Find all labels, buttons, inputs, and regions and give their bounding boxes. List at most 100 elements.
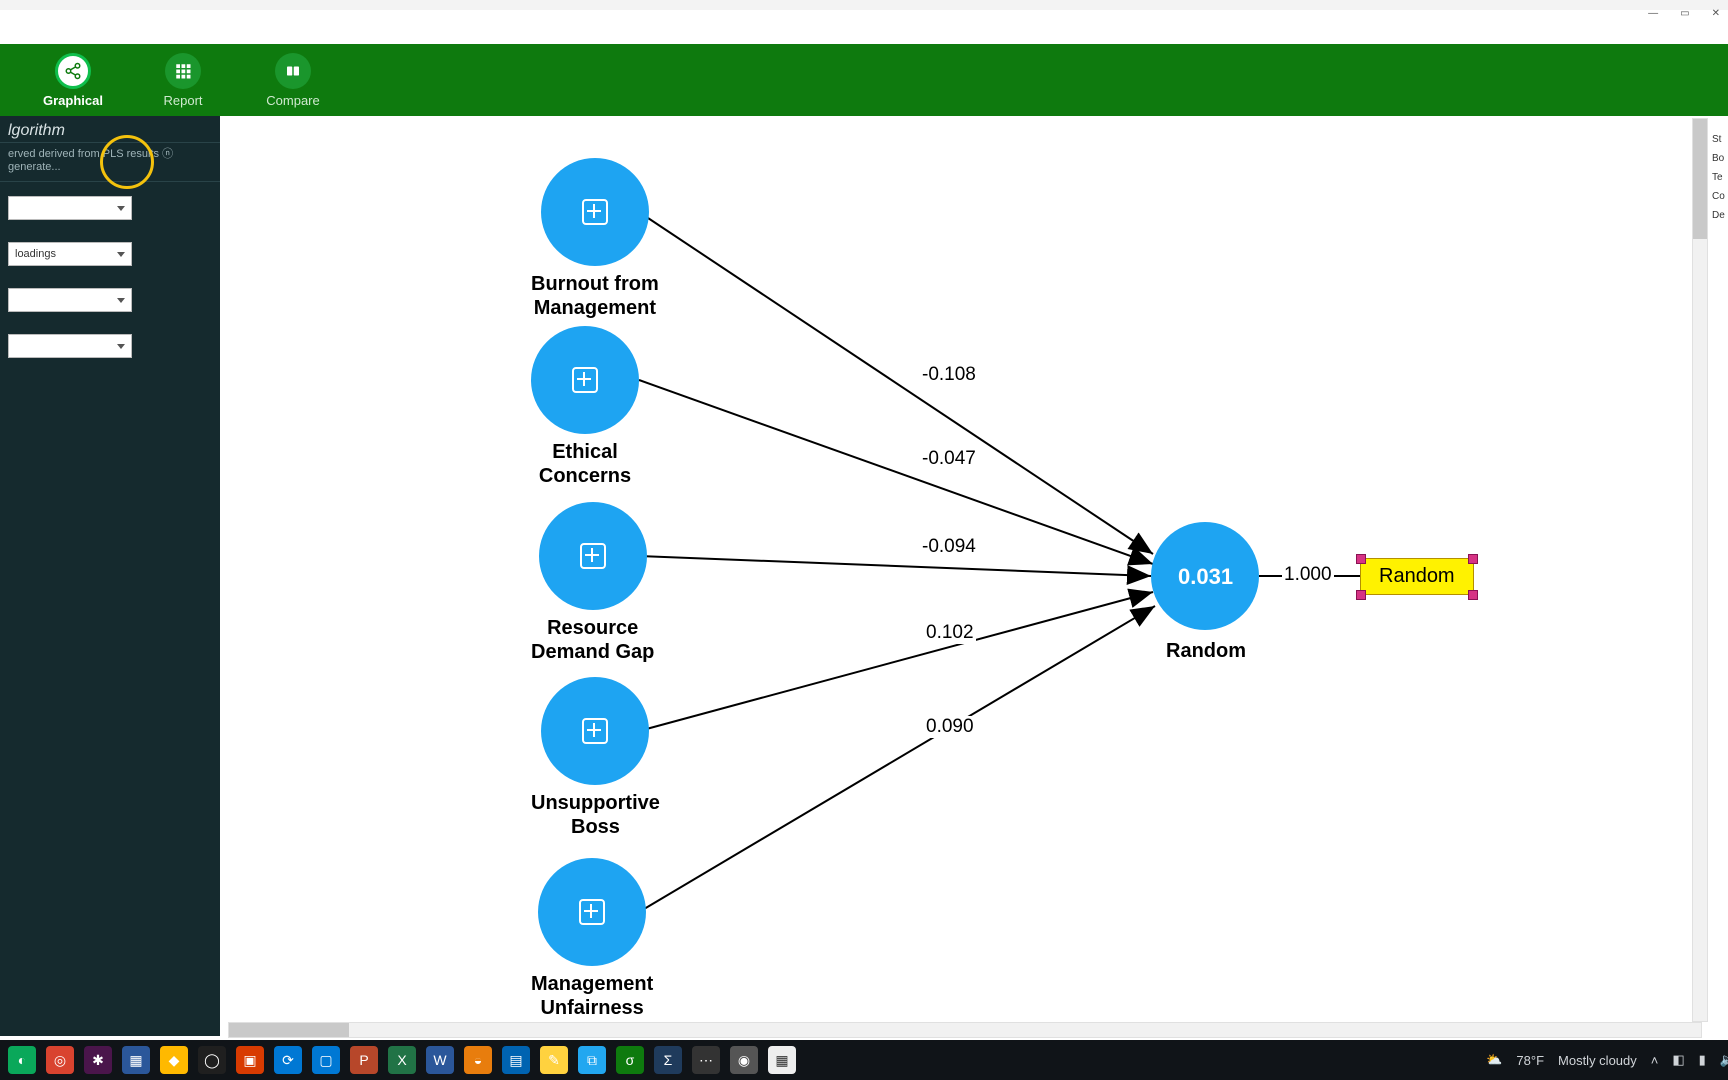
minimize-icon[interactable]: —: [1648, 8, 1658, 19]
chevron-down-icon: [117, 344, 125, 349]
lv-circle[interactable]: [541, 158, 649, 266]
windows-taskbar: ◐ ◎ ✱ ▦ ◆ ◯ ▣ ⟳ ▢ P X W ◒ ▤ ✎ ⧉ σ Σ ⋯ ◉ …: [0, 1040, 1728, 1080]
lv-circle[interactable]: [538, 858, 646, 966]
weather-temp: 78°F: [1516, 1053, 1544, 1068]
chevron-down-icon: [117, 298, 125, 303]
lv-label: Ethical Concerns: [531, 440, 639, 488]
taskbar-app-icon[interactable]: ⧉: [578, 1046, 606, 1074]
taskbar-app-icon[interactable]: ⋯: [692, 1046, 720, 1074]
right-properties-panel: St Bo Te Co De: [1709, 116, 1728, 1046]
selection-handle[interactable]: [1468, 554, 1478, 564]
tray-battery-icon[interactable]: ▮: [1699, 1052, 1706, 1068]
taskbar-app-icon[interactable]: X: [388, 1046, 416, 1074]
taskbar-app-icon[interactable]: σ: [616, 1046, 644, 1074]
loading-value: 1.000: [1282, 564, 1334, 586]
lv-circle[interactable]: [539, 502, 647, 610]
view-ribbon: Graphical Report Compare: [0, 44, 1728, 116]
sidebar-subtitle: erved derived from PLS results ⓝ generat…: [0, 143, 220, 182]
lv-burnout[interactable]: Burnout from Management: [531, 158, 659, 320]
rp-label: Bo: [1712, 153, 1726, 164]
maximize-icon[interactable]: ▭: [1680, 8, 1689, 19]
sidebar-dropdown-2[interactable]: loadings: [8, 242, 132, 266]
sidebar-dropdown-3[interactable]: [8, 288, 132, 312]
taskbar-app-icon[interactable]: P: [350, 1046, 378, 1074]
taskbar-app-icon[interactable]: ⟳: [274, 1046, 302, 1074]
lv-label: Unsupportive Boss: [531, 791, 660, 839]
chevron-down-icon: [117, 206, 125, 211]
path-coef: -0.094: [920, 536, 978, 558]
taskbar-app-icon[interactable]: ▣: [236, 1046, 264, 1074]
path-coef: 0.090: [924, 716, 976, 738]
grid-icon: [165, 53, 201, 89]
window-titlebar: [0, 0, 1728, 10]
expand-icon[interactable]: [579, 899, 605, 925]
tray-volume-icon[interactable]: 🔈: [1720, 1052, 1728, 1068]
left-sidebar: lgorithm erved derived from PLS results …: [0, 116, 220, 1036]
taskbar-app-icon[interactable]: ✱: [84, 1046, 112, 1074]
path-coef: 0.102: [924, 622, 976, 644]
lv-resource[interactable]: Resource Demand Gap: [531, 502, 654, 664]
taskbar-app-icon[interactable]: ◯: [198, 1046, 226, 1074]
selection-handle[interactable]: [1356, 590, 1366, 600]
path-coef: -0.047: [920, 448, 978, 470]
share-icon: [55, 53, 91, 89]
horizontal-scrollbar[interactable]: [228, 1022, 1702, 1038]
expand-icon[interactable]: [582, 199, 608, 225]
tab-label: Compare: [266, 93, 319, 108]
lv-r2-value: 0.031: [1178, 564, 1233, 590]
taskbar-app-icon[interactable]: ▦: [768, 1046, 796, 1074]
tab-compare[interactable]: Compare: [238, 53, 348, 108]
selection-handle[interactable]: [1468, 590, 1478, 600]
lv-label: Burnout from Management: [531, 272, 659, 320]
rp-label: Te: [1712, 172, 1726, 183]
expand-icon[interactable]: [580, 543, 606, 569]
taskbar-app-icon[interactable]: ✎: [540, 1046, 568, 1074]
lv-random-label: Random: [1166, 640, 1246, 663]
lv-boss[interactable]: Unsupportive Boss: [531, 677, 660, 839]
dropdown-value: loadings: [15, 248, 56, 260]
lv-unfairness[interactable]: Management Unfairness: [531, 858, 653, 1020]
lv-ethical[interactable]: Ethical Concerns: [531, 326, 639, 488]
tab-label: Report: [163, 93, 202, 108]
tab-label: Graphical: [43, 93, 103, 108]
vertical-scrollbar[interactable]: [1692, 118, 1708, 1022]
expand-icon[interactable]: [582, 718, 608, 744]
sidebar-title: lgorithm: [0, 116, 220, 143]
indicator-label: Random: [1379, 565, 1455, 587]
lv-circle[interactable]: [541, 677, 649, 785]
scroll-thumb[interactable]: [229, 1023, 349, 1037]
indicator-random[interactable]: Random: [1360, 558, 1474, 595]
rp-label: St: [1712, 134, 1726, 145]
edges-layer: [220, 116, 1710, 1040]
rp-label: De: [1712, 210, 1726, 221]
sidebar-dropdown-1[interactable]: [8, 196, 132, 220]
taskbar-app-icon[interactable]: ◉: [730, 1046, 758, 1074]
taskbar-app-icon[interactable]: ◒: [464, 1046, 492, 1074]
expand-icon[interactable]: [572, 367, 598, 393]
taskbar-app-icon[interactable]: ▦: [122, 1046, 150, 1074]
window-controls: — ▭ ✕: [1648, 8, 1720, 19]
tray-network-icon[interactable]: ◧: [1672, 1052, 1684, 1068]
tray-chevron-icon[interactable]: ˄: [1651, 1053, 1659, 1068]
close-icon[interactable]: ✕: [1712, 8, 1720, 19]
tab-report[interactable]: Report: [128, 53, 238, 108]
weather-icon: ⛅: [1486, 1052, 1502, 1068]
system-tray[interactable]: ⛅ 78°F Mostly cloudy ˄ ◧ ▮ 🔈: [1486, 1052, 1728, 1068]
chevron-down-icon: [117, 252, 125, 257]
taskbar-app-icon[interactable]: ◆: [160, 1046, 188, 1074]
path-coef: -0.108: [920, 364, 978, 386]
lv-label: Resource Demand Gap: [531, 616, 654, 664]
taskbar-app-icon[interactable]: ▢: [312, 1046, 340, 1074]
tab-graphical[interactable]: Graphical: [18, 53, 128, 108]
sidebar-dropdown-4[interactable]: [8, 334, 132, 358]
selection-handle[interactable]: [1356, 554, 1366, 564]
taskbar-app-icon[interactable]: W: [426, 1046, 454, 1074]
rp-label: Co: [1712, 191, 1726, 202]
taskbar-app-icon[interactable]: ▤: [502, 1046, 530, 1074]
taskbar-app-icon[interactable]: ◐: [8, 1046, 36, 1074]
taskbar-app-icon[interactable]: Σ: [654, 1046, 682, 1074]
model-canvas[interactable]: Burnout from Management Ethical Concerns…: [220, 116, 1710, 1040]
scroll-thumb[interactable]: [1693, 119, 1707, 239]
taskbar-app-icon[interactable]: ◎: [46, 1046, 74, 1074]
lv-circle[interactable]: [531, 326, 639, 434]
